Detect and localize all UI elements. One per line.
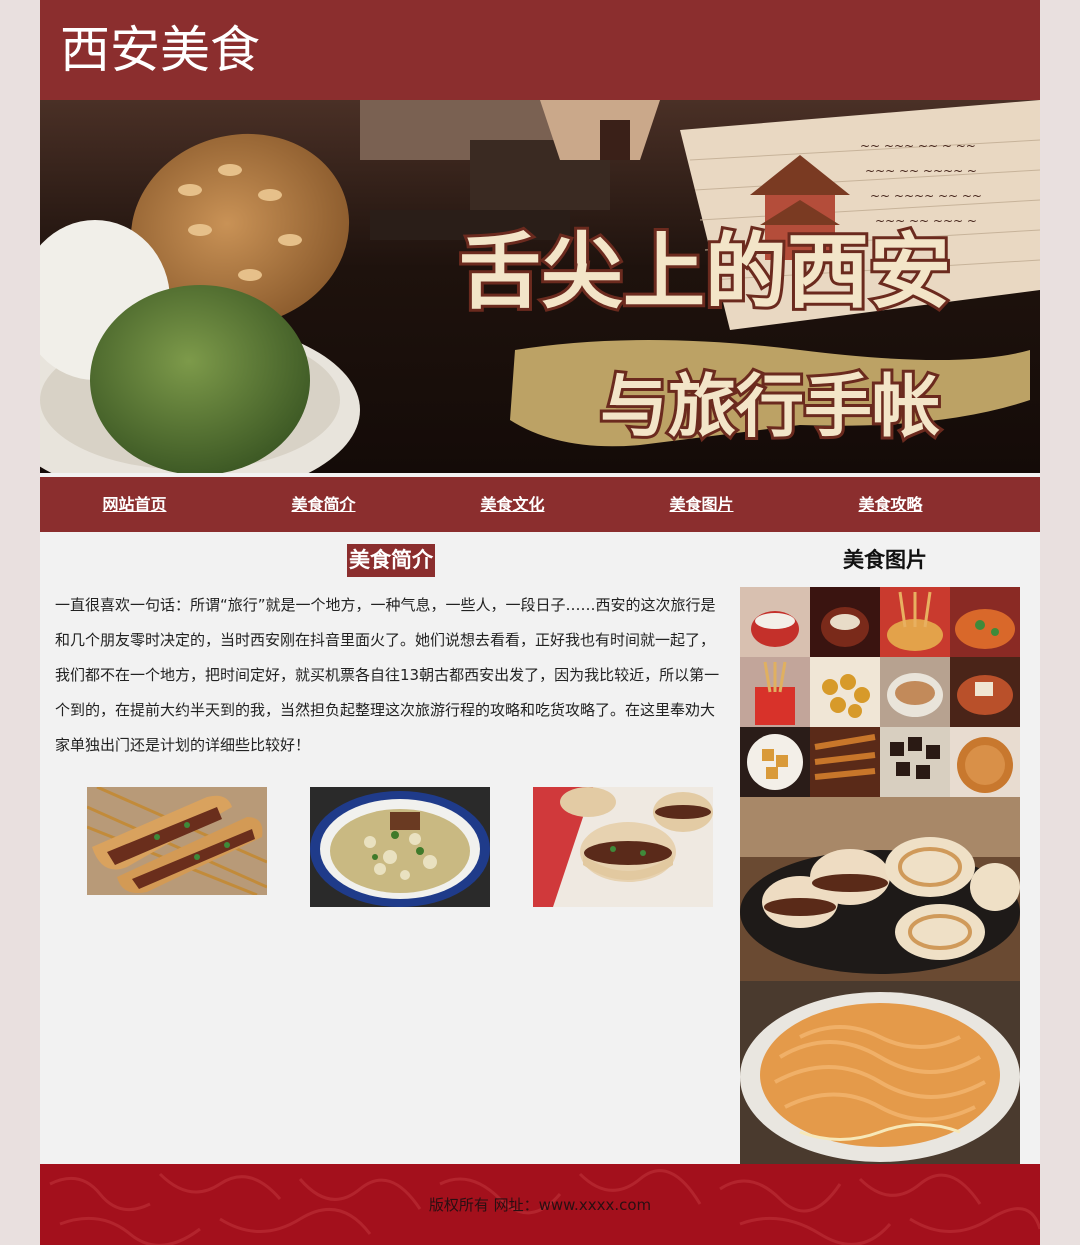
page-container: 西安美食 ~~ ~~~ ~~ ~ ~~ ~~~ ~~ ~~~~ ~ ~~ ~~~…	[40, 0, 1040, 1245]
gallery-tile	[880, 657, 950, 727]
gallery-tile	[880, 727, 950, 797]
site-footer: 版权所有 网址：www.xxxx.com	[40, 1164, 1040, 1245]
gallery-tile	[950, 727, 1020, 797]
nav-item-culture[interactable]: 美食文化	[418, 477, 607, 532]
gallery-tile	[950, 657, 1020, 727]
nav-item-intro[interactable]: 美食简介	[229, 477, 418, 532]
gallery-tile	[880, 587, 950, 657]
intro-body: 一直很喜欢一句话：所谓“旅行”就是一个地方，一种气息，一些人，一段日子……西安的…	[55, 596, 720, 754]
nav-item-photos[interactable]: 美食图片	[607, 477, 796, 532]
nav-item-guide[interactable]: 美食攻略	[796, 477, 985, 532]
gallery-tile	[740, 727, 810, 797]
gallery-tile	[740, 657, 810, 727]
nav-item-home[interactable]: 网站首页	[40, 477, 229, 532]
food-photo-roujiamo-roll	[87, 787, 267, 895]
food-photo-roujiamo	[533, 787, 713, 907]
svg-text:~~~ ~~ ~~~~ ~: ~~~ ~~ ~~~~ ~	[865, 164, 977, 178]
site-title: 西安美食	[60, 21, 260, 79]
gallery-heading: 美食图片	[843, 548, 927, 572]
gallery-tile	[810, 587, 880, 657]
gallery-tile	[950, 587, 1020, 657]
banner-image: ~~ ~~~ ~~ ~ ~~ ~~~ ~~ ~~~~ ~ ~~ ~~~~ ~~ …	[40, 100, 1040, 473]
gallery-photo-roujiamo	[740, 797, 1020, 981]
intro-heading: 美食简介	[347, 544, 435, 577]
food-photo-paomo	[310, 787, 490, 907]
gallery-tile	[810, 657, 880, 727]
banner-headline: 舌尖上的西安	[459, 224, 951, 320]
main-nav: 网站首页 美食简介 美食文化 美食图片 美食攻略	[40, 477, 1040, 532]
gallery-collage	[740, 587, 1020, 1164]
svg-text:~~ ~~~~ ~~ ~~: ~~ ~~~~ ~~ ~~	[870, 189, 982, 203]
footer-copyright: 版权所有 网址：www.xxxx.com	[428, 1196, 652, 1214]
gallery-tile	[810, 727, 880, 797]
food-gallery	[740, 587, 1020, 1164]
hero-banner: ~~ ~~~ ~~ ~ ~~ ~~~ ~~ ~~~~ ~ ~~ ~~~~ ~~ …	[40, 100, 1040, 473]
banner-subline: 与旅行手帐	[600, 367, 940, 447]
gallery-tile	[740, 587, 810, 657]
gallery-photo-liangpi	[740, 981, 1020, 1164]
svg-text:~~ ~~~ ~~ ~ ~~: ~~ ~~~ ~~ ~ ~~	[860, 139, 976, 153]
site-header: 西安美食	[40, 0, 1040, 100]
